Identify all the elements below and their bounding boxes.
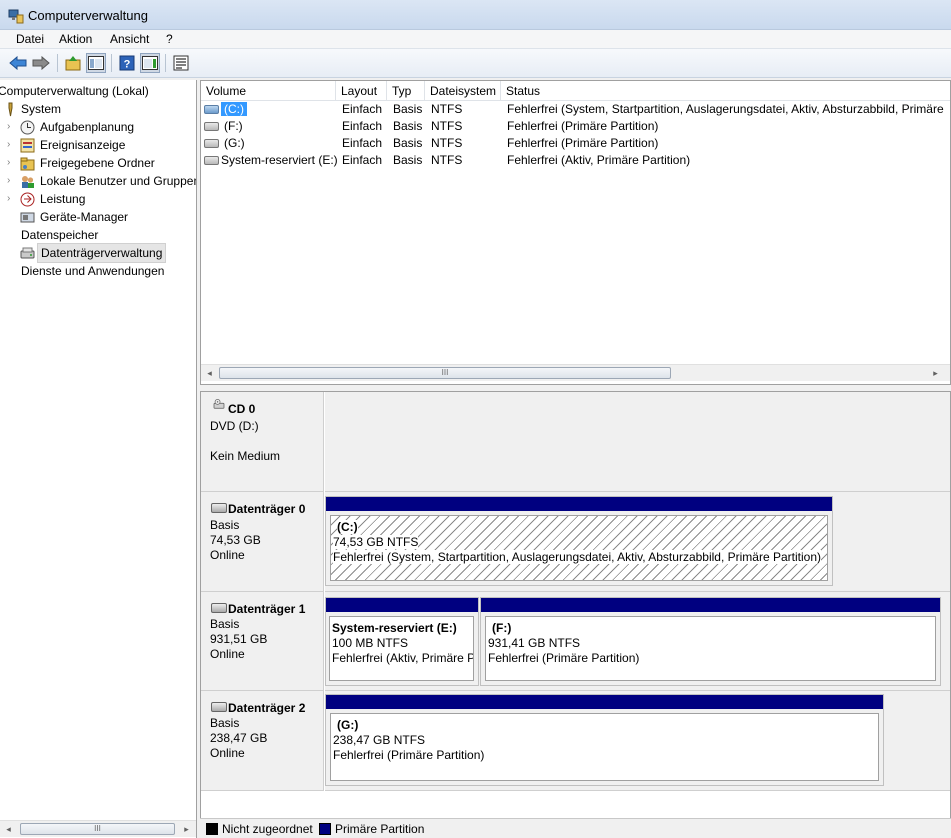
menu-ansicht[interactable]: Ansicht (110, 32, 149, 46)
tree-item-datenspeicher[interactable]: Datenspeicher (0, 226, 196, 244)
column-header-volume[interactable]: Volume (201, 81, 336, 101)
scroll-right-icon[interactable]: ▸ (927, 365, 944, 382)
up-folder-icon[interactable] (63, 53, 83, 73)
scroll-thumb[interactable]: III (219, 367, 671, 379)
partition-body[interactable]: (G:) 238,47 GB NTFS Fehlerfrei (Primäre … (330, 713, 879, 781)
tree-item-datentraegerverwaltung[interactable]: Datenträgerverwaltung (0, 243, 196, 263)
column-header-typ[interactable]: Typ (387, 81, 425, 101)
tree-item-leistung[interactable]: › Leistung (0, 190, 196, 208)
column-header-dateisystem[interactable]: Dateisystem (425, 81, 501, 101)
disk-label-disk2[interactable]: Datenträger 2 Basis 238,47 GB Online (201, 691, 324, 791)
menu-bar: Datei Aktion Ansicht ? (0, 30, 951, 49)
volume-list: Volume Layout Typ Dateisystem Status (C:… (200, 80, 951, 385)
disk-name: Datenträger 2 (228, 701, 306, 715)
tree-horizontal-scrollbar[interactable]: ◂ III ▸ (0, 820, 196, 838)
primary-partition-bar (326, 598, 478, 612)
table-row[interactable]: (G:) Einfach Basis NTFS Fehlerfrei (Prim… (201, 135, 950, 152)
legend-label-primary: Primäre Partition (335, 822, 425, 836)
toolbar-separator (57, 54, 58, 72)
help-icon[interactable]: ? (117, 53, 137, 73)
legend-swatch-unallocated (206, 823, 218, 835)
hard-disk-icon (211, 603, 227, 613)
tree-item-aufgabenplanung[interactable]: › Aufgabenplanung (0, 118, 196, 136)
scroll-thumb[interactable]: III (20, 823, 175, 835)
column-header-layout[interactable]: Layout (336, 81, 387, 101)
disk-name: Datenträger 1 (228, 602, 306, 616)
cdrom-icon (213, 399, 225, 409)
legend: Nicht zugeordnet Primäre Partition (200, 818, 951, 838)
partition-e[interactable]: System-reserviert (E:) 100 MB NTFS Fehle… (325, 597, 479, 686)
disk-area-disk2: (G:) 238,47 GB NTFS Fehlerfrei (Primäre … (325, 691, 950, 791)
hard-disk-icon (211, 702, 227, 712)
toolbar-separator (111, 54, 112, 72)
window-title: Computerverwaltung (28, 8, 148, 23)
computer-management-icon (8, 9, 24, 24)
tree-item-lokale-benutzer[interactable]: › Lokale Benutzer und Gruppen (0, 172, 196, 190)
device-manager-icon (20, 212, 35, 223)
disk-area-cd0 (325, 392, 950, 492)
show-hide-tree-icon[interactable] (86, 53, 106, 73)
scroll-left-icon[interactable]: ◂ (0, 821, 17, 838)
clock-icon (20, 120, 35, 135)
expand-arrow-icon[interactable]: › (7, 172, 10, 190)
tree-item-geraete-manager[interactable]: Geräte-Manager (0, 208, 196, 226)
hard-disk-icon (211, 503, 227, 513)
menu-aktion[interactable]: Aktion (59, 32, 92, 46)
disk-name: CD 0 (228, 402, 256, 416)
menu-help[interactable]: ? (166, 32, 173, 46)
tree-item-dienste[interactable]: Dienste und Anwendungen (0, 262, 196, 280)
volume-icon (204, 139, 219, 148)
disk-area-disk1: System-reserviert (E:) 100 MB NTFS Fehle… (325, 592, 950, 691)
expand-arrow-icon[interactable]: › (7, 154, 10, 172)
table-row[interactable]: (F:) Einfach Basis NTFS Fehlerfrei (Prim… (201, 118, 950, 135)
shared-folder-icon (20, 157, 35, 171)
partition-body[interactable]: (F:) 931,41 GB NTFS Fehlerfrei (Primäre … (485, 616, 936, 681)
svg-text:?: ? (124, 59, 131, 71)
legend-swatch-primary (319, 823, 331, 835)
column-header-status[interactable]: Status (501, 81, 950, 101)
disk-label-cd0[interactable]: CD 0 DVD (D:) Kein Medium (201, 392, 324, 492)
menu-datei[interactable]: Datei (16, 32, 44, 46)
table-row[interactable]: (C:) Einfach Basis NTFS Fehlerfrei (Syst… (201, 101, 950, 118)
volume-icon (204, 156, 219, 165)
primary-partition-bar (326, 497, 832, 511)
title-bar: Computerverwaltung (0, 0, 951, 30)
scroll-left-icon[interactable]: ◂ (201, 365, 218, 382)
partition-body[interactable]: System-reserviert (E:) 100 MB NTFS Fehle… (329, 616, 474, 681)
event-log-icon (20, 138, 35, 153)
partition-c[interactable]: (C:) 74,53 GB NTFS Fehlerfrei (System, S… (325, 496, 833, 586)
partition-body[interactable]: (C:) 74,53 GB NTFS Fehlerfrei (System, S… (330, 515, 828, 581)
performance-icon (20, 192, 35, 207)
primary-partition-bar (326, 695, 883, 709)
show-hide-action-pane-icon[interactable] (140, 53, 160, 73)
expand-arrow-icon[interactable]: › (7, 136, 10, 154)
disk-label-disk0[interactable]: Datenträger 0 Basis 74,53 GB Online (201, 492, 324, 592)
volume-icon (204, 122, 219, 131)
table-row[interactable]: System-reserviert (E:) Einfach Basis NTF… (201, 152, 950, 169)
scroll-right-icon[interactable]: ▸ (178, 821, 195, 838)
partition-g[interactable]: (G:) 238,47 GB NTFS Fehlerfrei (Primäre … (325, 694, 884, 786)
toolbar: ? (0, 49, 951, 78)
navigation-tree: Computerverwaltung (Lokal) System › Aufg… (0, 80, 197, 838)
tools-icon (8, 102, 13, 117)
disk-label-disk1[interactable]: Datenträger 1 Basis 931,51 GB Online (201, 592, 324, 691)
tree-item-ereignisanzeige[interactable]: › Ereignisanzeige (0, 136, 196, 154)
volume-list-horizontal-scrollbar[interactable]: ◂ III ▸ (201, 364, 950, 381)
expand-arrow-icon[interactable]: › (7, 190, 10, 208)
back-icon[interactable] (8, 53, 28, 73)
volume-icon (204, 105, 219, 114)
toolbar-separator (165, 54, 166, 72)
users-icon (22, 176, 34, 188)
forward-icon[interactable] (31, 53, 51, 73)
partition-f[interactable]: (F:) 931,41 GB NTFS Fehlerfrei (Primäre … (480, 597, 941, 686)
disk-area-disk0: (C:) 74,53 GB NTFS Fehlerfrei (System, S… (325, 492, 950, 592)
disk-management-icon (20, 247, 35, 259)
tree-item-freigegebene-ordner[interactable]: › Freigegebene Ordner (0, 154, 196, 172)
expand-arrow-icon[interactable]: › (7, 118, 10, 136)
properties-icon[interactable] (171, 53, 191, 73)
primary-partition-bar (481, 598, 940, 612)
disk-name: Datenträger 0 (228, 502, 306, 516)
legend-label-unallocated: Nicht zugeordnet (222, 822, 313, 836)
disk-graphical-view: CD 0 DVD (D:) Kein Medium Datenträger 0 … (200, 391, 951, 838)
